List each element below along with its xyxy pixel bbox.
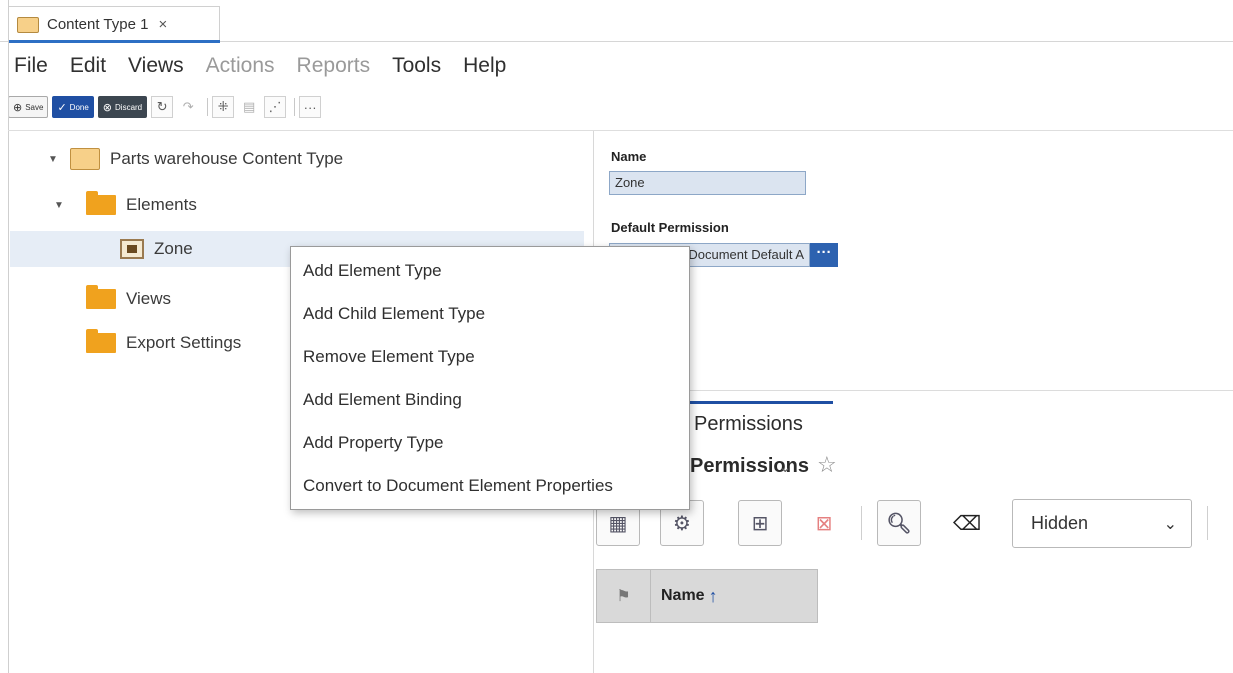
context-menu: Add Element Type Add Child Element Type … — [290, 246, 690, 510]
backspace-icon: ⌫ — [952, 512, 982, 535]
menu-actions[interactable]: Actions — [206, 54, 275, 78]
tree-item-export-settings[interactable]: Export Settings — [86, 325, 286, 361]
tree-item-label: Views — [126, 289, 172, 308]
add-box-icon: ⊞ — [751, 512, 769, 535]
browse-permission-button[interactable]: ··· — [810, 243, 838, 267]
arrow-up-icon: ↑ — [708, 585, 718, 606]
toolbar-divider — [8, 130, 1233, 131]
star-icon[interactable]: ☆ — [817, 452, 837, 478]
redo-icon[interactable]: ↷ — [177, 96, 199, 118]
toolbar: ⊕ Save ✓ Done ⊗ Discard ↻ ↷ ⁜ ▤ ⋰ ··· — [8, 92, 325, 122]
discard-icon: ⊗ — [102, 101, 113, 114]
tree-item-label: Zone — [154, 239, 193, 258]
more-icon[interactable]: ··· — [299, 96, 322, 118]
structure-icon[interactable]: ⁜ — [212, 96, 235, 118]
tab-bar: Content Type 1 × — [0, 0, 1233, 43]
tree-item-root[interactable]: ▼ Parts warehouse Content Type — [48, 141, 588, 177]
expand-caret-icon[interactable]: ▼ — [54, 200, 68, 211]
menu-item-add-child-element-type[interactable]: Add Child Element Type — [291, 292, 689, 335]
content-type-icon — [17, 16, 39, 33]
menu-item-add-element-type[interactable]: Add Element Type — [291, 249, 689, 292]
folder-icon — [86, 285, 116, 309]
menu-tools[interactable]: Tools — [392, 54, 441, 78]
tab-content-type-1[interactable]: Content Type 1 × — [8, 6, 220, 42]
name-field[interactable]: Zone — [609, 171, 806, 195]
tree-item-views[interactable]: Views — [86, 281, 286, 317]
save-icon: ⊕ — [13, 101, 23, 114]
toolbar-separator — [294, 98, 296, 116]
menu-item-remove-element-type[interactable]: Remove Element Type — [291, 335, 689, 378]
action-separator — [1207, 506, 1208, 540]
tree-item-label: Parts warehouse Content Type — [110, 149, 344, 168]
discard-label: Discard — [115, 102, 143, 112]
remove-button[interactable]: ⊠ — [802, 500, 846, 546]
save-label: Save — [25, 102, 44, 112]
action-separator — [861, 506, 862, 540]
menu-item-add-property-type[interactable]: Add Property Type — [291, 421, 689, 464]
refresh-icon[interactable]: ↻ — [151, 96, 174, 118]
search-button[interactable]: 🔍︎ — [877, 500, 921, 546]
menu-help[interactable]: Help — [463, 54, 506, 78]
element-type-icon — [120, 239, 144, 259]
check-icon: ✓ — [57, 101, 67, 114]
clear-button[interactable]: ⌫ — [945, 500, 989, 546]
remove-icon: ⊠ — [815, 512, 833, 535]
add-item-button[interactable]: ⊞ — [738, 500, 782, 546]
tab-permissions[interactable]: Permissions — [694, 413, 803, 436]
save-button[interactable]: ⊕ Save — [8, 96, 49, 118]
menu-views[interactable]: Views — [128, 54, 184, 78]
add-list-icon: ▦ — [608, 512, 628, 535]
tree-item-label: Elements — [126, 195, 197, 214]
active-tab-indicator — [8, 40, 220, 43]
menu-file[interactable]: File — [14, 54, 48, 78]
menu-item-add-element-binding[interactable]: Add Element Binding — [291, 378, 689, 421]
menu-bar: File Edit Views Actions Reports Tools He… — [0, 44, 528, 88]
flag-icon[interactable]: ⚑ — [597, 570, 651, 622]
column-header-name[interactable]: Name ↑ — [651, 570, 718, 622]
folder-icon — [86, 191, 116, 215]
permissions-grid-header: ⚑ Name ↑ — [596, 569, 818, 623]
share-icon[interactable]: ⋰ — [264, 96, 287, 118]
window-border — [8, 0, 9, 673]
chevron-down-icon[interactable]: ⌄ — [779, 458, 792, 476]
name-label: Name — [611, 149, 647, 164]
layout-icon[interactable]: ▤ — [238, 96, 260, 118]
close-icon[interactable]: × — [158, 16, 167, 33]
folder-icon — [86, 329, 116, 353]
tree-item-elements[interactable]: ▼ Elements — [54, 187, 584, 223]
column-label: Name — [661, 587, 705, 604]
menu-edit[interactable]: Edit — [70, 54, 106, 78]
gear-add-icon: ⚙ — [673, 512, 691, 535]
expand-caret-icon[interactable]: ▼ — [48, 154, 62, 165]
done-button[interactable]: ✓ Done — [52, 96, 94, 118]
done-label: Done — [69, 102, 89, 112]
search-icon: 🔍︎ — [886, 512, 912, 535]
content-type-icon — [70, 148, 100, 170]
tree-item-label: Export Settings — [126, 333, 242, 352]
visibility-value: Hidden — [1031, 513, 1089, 533]
menu-reports[interactable]: Reports — [297, 54, 371, 78]
default-permission-label: Default Permission — [611, 220, 729, 235]
visibility-select[interactable]: Hidden ⌄ — [1012, 499, 1192, 548]
chevron-down-icon: ⌄ — [1163, 515, 1177, 533]
toolbar-separator — [207, 98, 209, 116]
tab-label: Content Type 1 — [47, 16, 149, 33]
discard-button[interactable]: ⊗ Discard — [97, 96, 148, 118]
menu-item-convert-to-document-element-properties[interactable]: Convert to Document Element Properties — [291, 464, 689, 507]
active-tab-indicator — [668, 401, 833, 404]
